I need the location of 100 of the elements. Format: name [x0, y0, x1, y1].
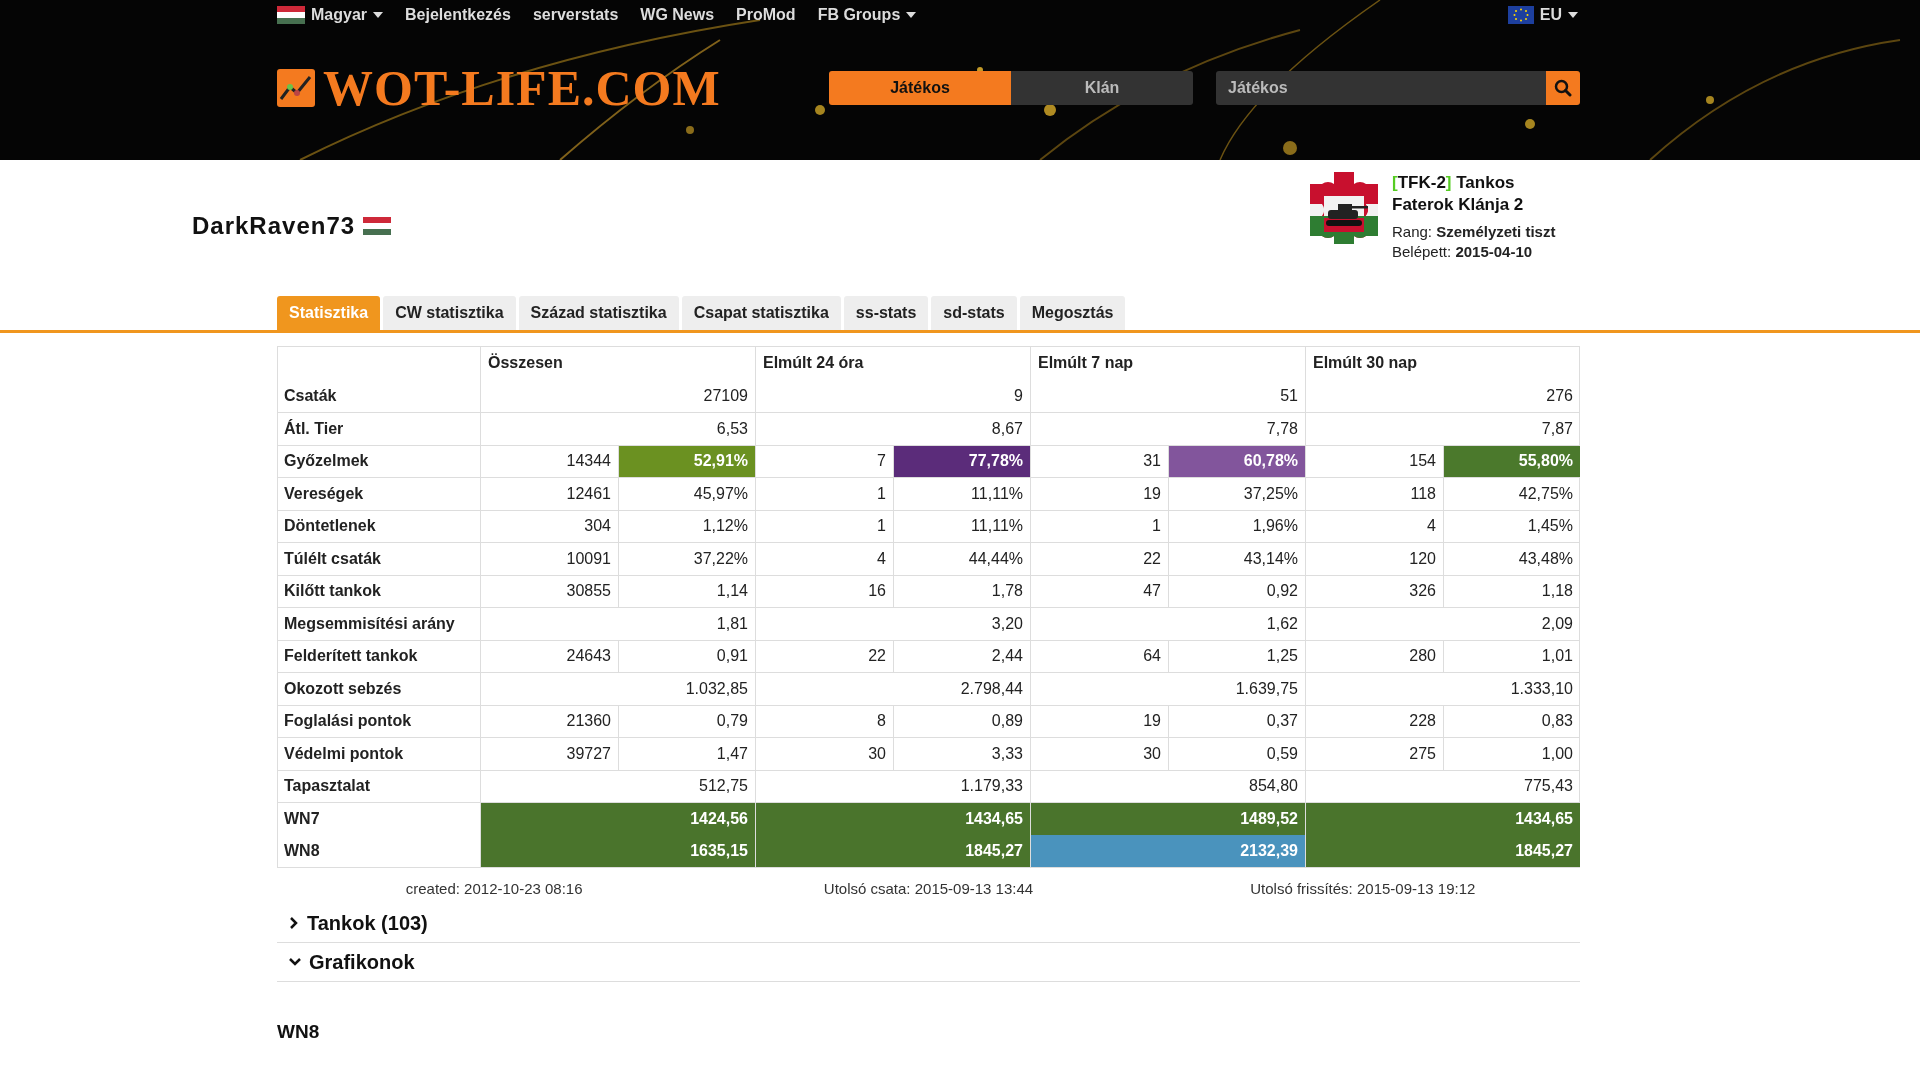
region-menu[interactable]: EU — [1507, 3, 1578, 27]
table-cell: 10091 — [480, 542, 618, 575]
tab[interactable]: Megosztás — [1019, 296, 1126, 330]
table-cell: 30 — [755, 737, 893, 770]
table-cell: 0,92 — [1168, 574, 1305, 607]
table-cell: 0,37 — [1168, 704, 1305, 737]
table-cell: 55,80% — [1443, 444, 1580, 477]
row-label: Vereségek — [278, 477, 480, 510]
table-cell: 60,78% — [1168, 444, 1305, 477]
table-cell: 2,09 — [1305, 607, 1580, 640]
table-cell: 1,18 — [1443, 574, 1580, 607]
search-button[interactable] — [1546, 71, 1580, 105]
table-cell: 8,67 — [755, 412, 1030, 445]
footer-text: created: 2012-10-23 08:16 — [405, 879, 583, 899]
table-cell: 11,11% — [893, 509, 1030, 542]
table-cell: 1 — [1030, 509, 1168, 542]
table-cell: 1,01 — [1443, 639, 1580, 672]
table-cell: 7,78 — [1030, 412, 1305, 445]
row-label: Felderített tankok — [278, 639, 480, 672]
table-cell: 77,78% — [893, 444, 1030, 477]
table-cell: 1,62 — [1030, 607, 1305, 640]
table-cell: 120 — [1305, 542, 1443, 575]
hungary-flag-icon — [277, 6, 305, 24]
table-cell: 19 — [1030, 704, 1168, 737]
table-cell: 16 — [755, 574, 893, 607]
table-cell: 228 — [1305, 704, 1443, 737]
nav-link[interactable]: Bejelentkezés — [405, 3, 511, 27]
table-cell: 1.639,75 — [1030, 672, 1305, 705]
table-cell: 1,96% — [1168, 509, 1305, 542]
table-cell: 6,53 — [480, 412, 755, 445]
tab[interactable]: Csapat statisztika — [681, 296, 841, 330]
table-cell: 1845,27 — [755, 834, 1030, 867]
table-cell: 9 — [755, 379, 1030, 412]
table-cell: 30 — [1030, 737, 1168, 770]
table-cell: 37,22% — [618, 542, 755, 575]
footer-text: Utolsó csata: 2015-09-13 13:44 — [823, 879, 1034, 899]
table-cell: 1434,65 — [1305, 802, 1580, 835]
row-label: Túlélt csaták — [278, 542, 480, 575]
table-cell: 0,91 — [618, 639, 755, 672]
search-mode-tab[interactable]: Játékos — [829, 71, 1011, 105]
tab[interactable]: Század statisztika — [518, 296, 679, 330]
table-cell: 30855 — [480, 574, 618, 607]
table-cell: 0,89 — [893, 704, 1030, 737]
caret-icon — [1568, 12, 1578, 18]
search-mode-tab[interactable]: Klán — [1011, 71, 1193, 105]
clan-name[interactable]: [TFK-2] Tankos Faterok Klánja 2 — [1392, 172, 1572, 216]
table-cell: 51 — [1030, 379, 1305, 412]
caret-icon — [373, 12, 384, 18]
table-cell: 1424,56 — [480, 802, 755, 835]
player-name: DarkRaven73 — [192, 211, 356, 241]
nav-link[interactable]: WG News — [640, 3, 715, 27]
table-cell: 1,12% — [618, 509, 755, 542]
table-cell: 1 — [755, 509, 893, 542]
column-header: Elmúlt 7 nap — [1030, 347, 1305, 380]
table-cell: 19 — [1030, 477, 1168, 510]
search-icon — [1554, 79, 1572, 97]
table-cell: 276 — [1305, 379, 1580, 412]
row-label: Győzelmek — [278, 444, 480, 477]
clan-rank: Rang: Személyzeti tiszt — [1392, 222, 1557, 242]
table-cell: 3,20 — [755, 607, 1030, 640]
row-label: Védelmi pontok — [278, 737, 480, 770]
table-cell: 12461 — [480, 477, 618, 510]
table-cell: 1434,65 — [755, 802, 1030, 835]
table-cell: 0,59 — [1168, 737, 1305, 770]
search-field[interactable]: Játékos — [1216, 71, 1546, 105]
table-cell: 3,33 — [893, 737, 1030, 770]
tab[interactable]: sd-stats — [931, 296, 1017, 330]
table-cell: 1,78 — [893, 574, 1030, 607]
tab[interactable]: ss-stats — [843, 296, 929, 330]
nav-link[interactable]: ProMod — [736, 3, 796, 27]
table-cell: 118 — [1305, 477, 1443, 510]
table-cell: 43,14% — [1168, 542, 1305, 575]
tab[interactable]: CW statisztika — [383, 296, 516, 330]
section-toggle[interactable]: Tankok (103) — [289, 908, 428, 938]
nav-link[interactable]: serverstats — [532, 3, 619, 27]
table-cell: 1,47 — [618, 737, 755, 770]
table-cell: 2,44 — [893, 639, 1030, 672]
table-cell: 39727 — [480, 737, 618, 770]
section-toggle[interactable]: Grafikonok — [289, 947, 415, 977]
table-cell: 22 — [755, 639, 893, 672]
language-menu[interactable]: Magyar — [277, 3, 384, 27]
table-cell: 304 — [480, 509, 618, 542]
site-logo[interactable]: WOT-LIFE.COM — [323, 63, 721, 113]
row-label: Okozott sebzés — [278, 672, 480, 705]
table-cell: 1,14 — [618, 574, 755, 607]
table-cell: 4 — [755, 542, 893, 575]
table-cell: 45,97% — [618, 477, 755, 510]
table-cell: 52,91% — [618, 444, 755, 477]
table-cell: 0,83 — [1443, 704, 1580, 737]
table-cell: 27109 — [480, 379, 755, 412]
table-cell: 22 — [1030, 542, 1168, 575]
table-cell: 11,11% — [893, 477, 1030, 510]
table-cell: 4 — [1305, 509, 1443, 542]
row-label: Foglalási pontok — [278, 704, 480, 737]
row-label: WN8 — [283, 840, 321, 861]
row-label: Döntetlenek — [278, 509, 480, 542]
table-cell: 1,81 — [480, 607, 755, 640]
table-cell: 1 — [755, 477, 893, 510]
nav-dropdown[interactable]: FB Groups — [817, 3, 917, 27]
table-cell: 8 — [755, 704, 893, 737]
